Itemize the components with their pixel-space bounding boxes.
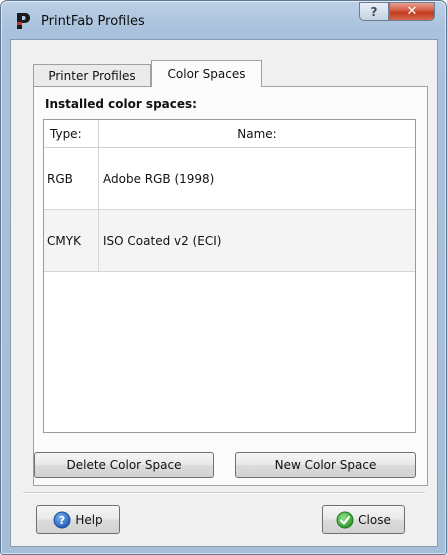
cell-type: RGB — [44, 148, 99, 209]
tab-label: Printer Profiles — [48, 68, 136, 83]
button-label: Delete Color Space — [66, 458, 182, 472]
column-header-name[interactable]: Name: — [99, 120, 415, 147]
section-heading: Installed color spaces: — [45, 97, 197, 111]
tab-printer-profiles[interactable]: Printer Profiles — [33, 64, 151, 86]
svg-text:?: ? — [59, 514, 65, 527]
button-label: New Color Space — [274, 458, 377, 472]
delete-color-space-button[interactable]: Delete Color Space — [34, 452, 214, 478]
dialog-window: PrintFab Profiles ? ✕ Printer Profiles C… — [0, 0, 447, 555]
column-header-type[interactable]: Type: — [44, 120, 99, 147]
client-area: Printer Profiles Color Spaces Installed … — [10, 39, 438, 547]
cell-name: ISO Coated v2 (ECI) — [103, 233, 222, 248]
help-icon: ? — [53, 511, 71, 529]
title-bar[interactable]: PrintFab Profiles ? ✕ — [1, 1, 446, 39]
button-label: Close — [358, 512, 391, 527]
table-row[interactable]: RGB Adobe RGB (1998) — [44, 148, 415, 210]
footer-divider — [23, 492, 425, 494]
color-spaces-table[interactable]: Type: Name: RGB Adobe RGB (1998) CMYK IS… — [43, 119, 416, 433]
check-icon — [336, 511, 354, 529]
cell-type: CMYK — [44, 210, 99, 271]
close-icon: ✕ — [406, 4, 418, 19]
table-header: Type: Name: — [44, 120, 415, 148]
button-label: Help — [75, 512, 103, 527]
titlebar-close-button[interactable]: ✕ — [389, 2, 435, 21]
help-button[interactable]: ? Help — [36, 505, 120, 534]
close-button[interactable]: Close — [322, 505, 405, 534]
tab-color-spaces[interactable]: Color Spaces — [151, 60, 262, 87]
titlebar-help-button[interactable]: ? — [359, 2, 389, 21]
tab-label: Color Spaces — [167, 67, 246, 81]
color-spaces-pane: Installed color spaces: Type: Name: RGB … — [33, 86, 428, 486]
new-color-space-button[interactable]: New Color Space — [235, 452, 416, 478]
question-mark-icon: ? — [370, 4, 378, 19]
window-title: PrintFab Profiles — [41, 14, 145, 29]
table-row[interactable]: CMYK ISO Coated v2 (ECI) — [44, 210, 415, 272]
cell-name: Adobe RGB (1998) — [103, 171, 215, 186]
printfab-app-icon — [15, 12, 31, 30]
